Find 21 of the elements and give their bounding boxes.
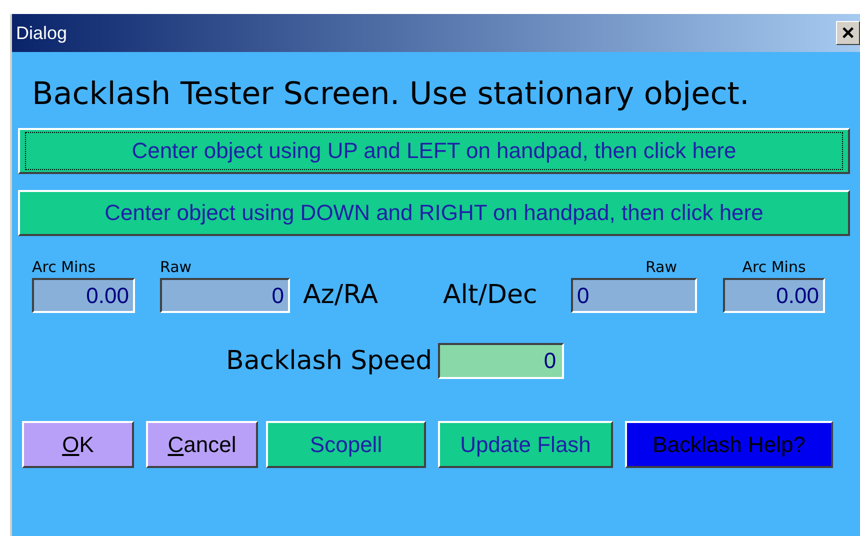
field-label: Arc Mins xyxy=(741,257,807,278)
readout-field[interactable]: 0.00 xyxy=(32,278,135,313)
speed-label: Backlash Speed xyxy=(226,346,432,376)
axis-label: Az/RA xyxy=(302,279,379,312)
axis-label: Alt/Dec xyxy=(442,279,538,312)
window-title: Dialog xyxy=(16,22,68,44)
field-label: Arc Mins xyxy=(32,257,97,278)
dialog-button[interactable]: Cancel xyxy=(146,421,258,468)
dialog-button[interactable]: OK xyxy=(22,421,134,468)
readout-field[interactable]: 0.00 xyxy=(723,278,825,313)
speed-field[interactable]: 0 xyxy=(438,343,564,379)
dialog-button[interactable]: Scopell xyxy=(266,421,426,468)
readout-field[interactable]: 0 xyxy=(571,278,697,313)
close-button[interactable]: × xyxy=(836,21,860,45)
center-button[interactable]: Center object using UP and LEFT on handpad, then click here xyxy=(18,128,850,174)
field-label: Raw xyxy=(644,257,678,278)
readout-field[interactable]: 0 xyxy=(160,278,290,313)
dialog-button[interactable]: Update Flash xyxy=(438,421,613,468)
field-label: Raw xyxy=(160,257,193,278)
heading: Backlash Tester Screen. Use stationary object. xyxy=(32,75,750,114)
center-button[interactable]: Center object using DOWN and RIGHT on handpad, then click here xyxy=(18,190,850,236)
